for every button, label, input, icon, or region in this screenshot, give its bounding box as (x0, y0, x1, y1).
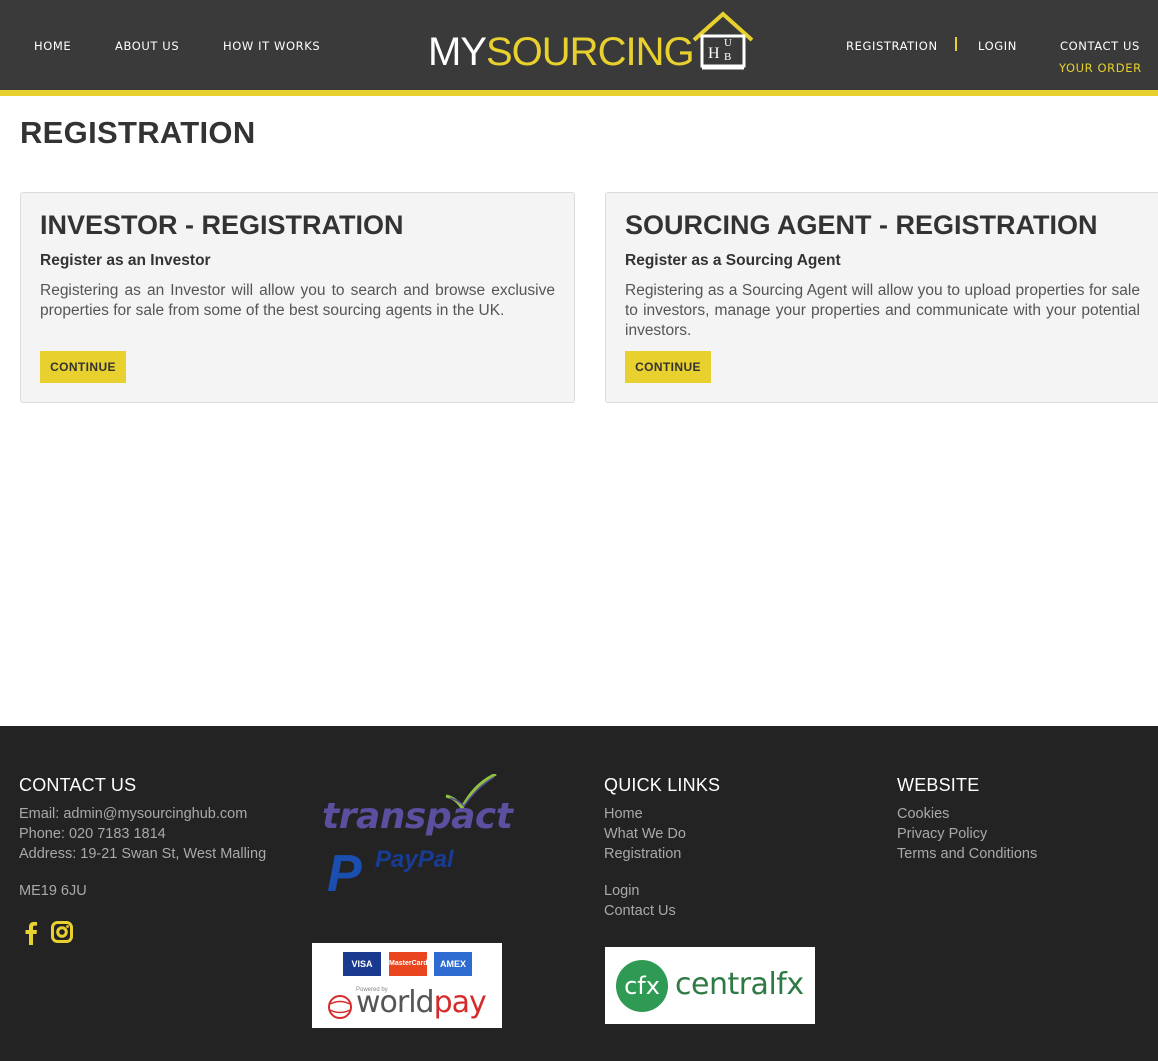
footer-quick-links-heading: QUICK LINKS (604, 775, 721, 795)
worldpay-globe-icon (328, 995, 352, 1019)
visa-icon: VISA (343, 952, 381, 976)
nav-your-order[interactable]: YOUR ORDER (1059, 61, 1142, 75)
worldpay-world-text: world (356, 985, 435, 1020)
footer-link-terms[interactable]: Terms and Conditions (897, 846, 1037, 862)
amex-icon: AMEX (434, 952, 472, 976)
site-logo[interactable]: MY SOURCING H U B (426, 10, 761, 74)
transpact-text: transpact (322, 796, 513, 837)
footer-contact-heading: CONTACT US (19, 775, 137, 795)
footer-phone[interactable]: Phone: 020 7183 1814 (19, 826, 166, 842)
nav-divider (955, 37, 957, 51)
footer-website-heading: WEBSITE (897, 775, 980, 795)
page-title: REGISTRATION (20, 115, 256, 150)
footer-link-privacy-policy[interactable]: Privacy Policy (897, 826, 987, 842)
footer-email[interactable]: Email: admin@mysourcinghub.com (19, 806, 247, 822)
card-subtitle: Register as an Investor (40, 252, 211, 269)
footer-link-what-we-do[interactable]: What We Do (604, 826, 686, 842)
logo-my-text: MY (428, 30, 487, 74)
logo-hub-u: U (724, 37, 732, 49)
nav-contact-us[interactable]: CONTACT US (1060, 39, 1140, 53)
footer-link-cookies[interactable]: Cookies (897, 806, 949, 822)
house-logo-icon: H U B (692, 11, 754, 70)
centralfx-text: centralfx (675, 967, 804, 1002)
header-accent-stripe (0, 90, 1158, 96)
logo-sourcing-text: SOURCING (486, 30, 695, 74)
centralfx-logo[interactable]: cfx centralfx (605, 947, 815, 1024)
nav-about-us[interactable]: ABOUT US (115, 39, 179, 53)
worldpay-pay-text: pay (433, 985, 487, 1020)
mastercard-icon: MasterCard (389, 952, 428, 976)
transpact-logo[interactable]: transpact (322, 774, 513, 837)
footer-link-login[interactable]: Login (604, 883, 639, 899)
card-subtitle: Register as a Sourcing Agent (625, 252, 841, 269)
card-description: Registering as a Sourcing Agent will all… (625, 282, 1140, 339)
footer-link-home[interactable]: Home (604, 806, 643, 822)
card-description: Registering as an Investor will allow yo… (40, 282, 555, 319)
paypal-text: PayPal (375, 846, 454, 873)
nav-how-it-works[interactable]: HOW IT WORKS (223, 39, 320, 53)
footer-link-contact-us[interactable]: Contact Us (604, 903, 676, 919)
cfx-circle-icon: cfx (616, 960, 668, 1012)
footer-address: Address: 19-21 Swan St, West Malling (19, 846, 267, 862)
sourcing-agent-registration-card: SOURCING AGENT - REGISTRATION Register a… (605, 192, 1158, 403)
nav-login[interactable]: LOGIN (978, 39, 1017, 53)
nav-registration[interactable]: REGISTRATION (846, 39, 938, 53)
investor-continue-button[interactable]: CONTINUE (40, 351, 126, 383)
logo-hub-b: B (724, 51, 731, 63)
paypal-p-icon: P (327, 845, 362, 903)
worldpay-logo[interactable]: VISA MasterCard AMEX Powered by worldpay (312, 943, 502, 1028)
investor-registration-card: INVESTOR - REGISTRATION Register as an I… (20, 192, 575, 403)
card-title: SOURCING AGENT - REGISTRATION (625, 210, 1098, 240)
agent-continue-button[interactable]: CONTINUE (625, 351, 711, 383)
nav-home[interactable]: HOME (34, 39, 71, 53)
footer-link-registration[interactable]: Registration (604, 846, 681, 862)
worldpay-text: worldpay (356, 985, 487, 1020)
site-header: HOME ABOUT US HOW IT WORKS MY SOURCING H… (0, 0, 1158, 90)
paypal-logo[interactable]: P PayPal (327, 844, 497, 904)
footer-postcode: ME19 6JU (19, 883, 87, 899)
site-footer: CONTACT US Email: admin@mysourcinghub.co… (0, 726, 1158, 1061)
instagram-icon[interactable] (51, 921, 73, 950)
card-title: INVESTOR - REGISTRATION (40, 210, 404, 240)
facebook-icon[interactable] (24, 921, 38, 952)
logo-hub-h: H (708, 45, 720, 62)
